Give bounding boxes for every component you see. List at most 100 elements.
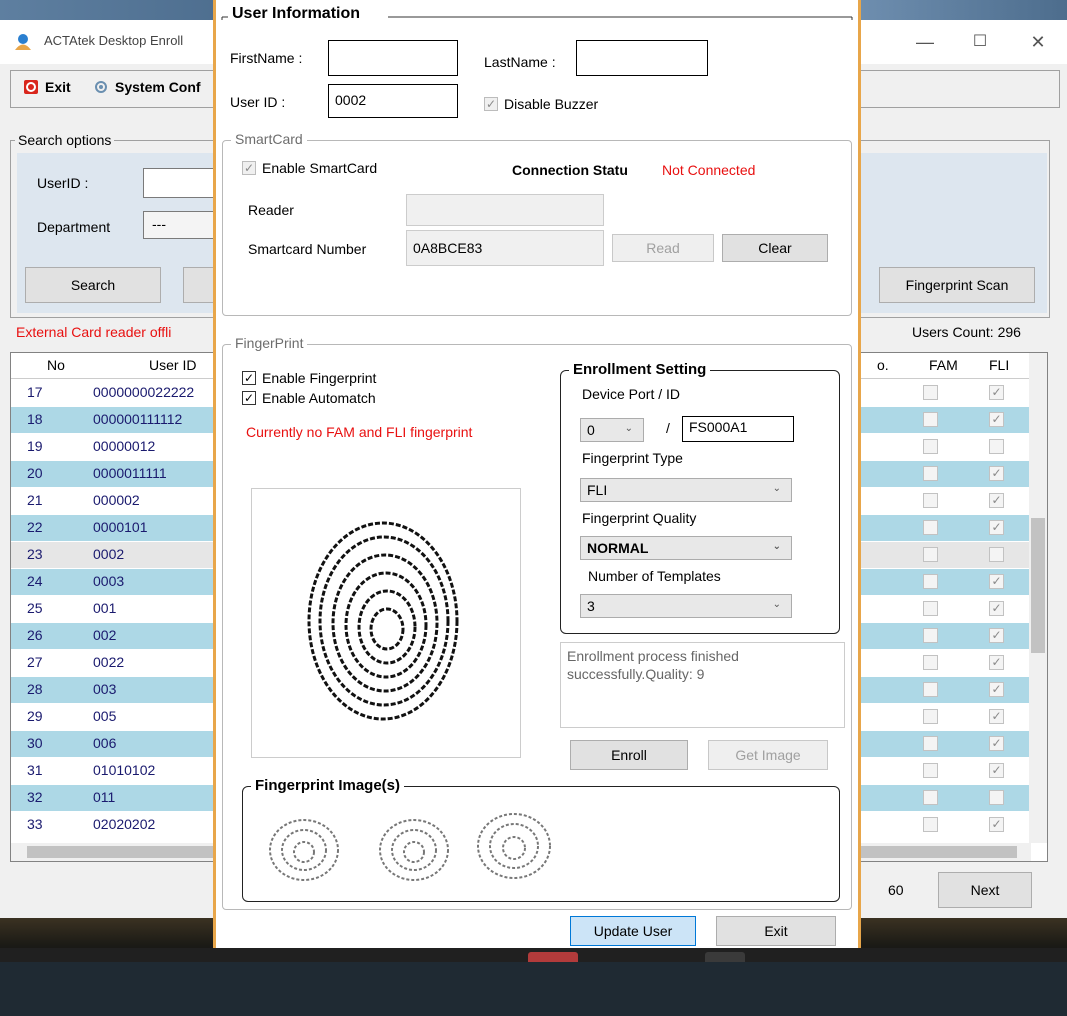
cell-userid: 0002 [93,546,125,562]
device-id-input[interactable]: FS000A1 [682,416,794,442]
col-header-o[interactable]: o. [877,357,889,373]
col-header-fli[interactable]: FLI [989,357,1009,373]
clear-button[interactable]: Clear [722,234,828,262]
col-header-userid[interactable]: User ID [149,357,196,373]
fli-checkbox[interactable] [989,790,1004,805]
fam-checkbox[interactable] [923,385,938,400]
fam-checkbox[interactable] [923,547,938,562]
fli-checkbox[interactable]: ✓ [989,682,1004,697]
exit-dialog-button[interactable]: Exit [716,916,836,946]
firstname-input[interactable] [328,40,458,76]
maximize-button[interactable]: ☐ [960,28,1000,56]
cell-no: 28 [27,681,43,697]
number-of-templates-label: Number of Templates [588,568,721,584]
reader-input[interactable] [406,194,604,226]
fingerprint-scan-button[interactable]: Fingerprint Scan [879,267,1035,303]
get-image-button[interactable]: Get Image [708,740,828,770]
fam-checkbox[interactable] [923,574,938,589]
app-icon [15,34,31,50]
smartcard-number-label: Smartcard Number [248,241,367,257]
smartcard-legend: SmartCard [231,131,307,147]
fam-checkbox[interactable] [923,439,938,454]
page-count: 60 [888,882,904,898]
disable-buzzer-checkbox[interactable]: ✓ Disable Buzzer [484,96,598,112]
fam-checkbox[interactable] [923,790,938,805]
fam-checkbox[interactable] [923,709,938,724]
menu-exit-label: Exit [45,79,71,95]
enable-smartcard-label: Enable SmartCard [262,160,378,176]
close-button[interactable]: ✕ [1018,28,1058,56]
userid-label: UserID : [37,175,89,191]
fli-checkbox[interactable]: ✓ [989,520,1004,535]
menu-exit[interactable]: Exit [23,79,71,95]
fli-checkbox[interactable]: ✓ [989,628,1004,643]
number-of-templates-select[interactable]: 3 ⌄ [580,594,792,618]
fingerprint-quality-select[interactable]: NORMAL ⌄ [580,536,792,560]
userid-search-input[interactable] [143,168,223,198]
userid-input[interactable]: 0002 [328,84,458,118]
cell-no: 22 [27,519,43,535]
device-port-select[interactable]: 0 ⌄ [580,418,644,442]
fli-checkbox[interactable]: ✓ [989,601,1004,616]
cell-no: 27 [27,654,43,670]
fam-checkbox[interactable] [923,655,938,670]
enable-fingerprint-label: Enable Fingerprint [262,370,377,386]
cell-userid: 0022 [93,654,125,670]
col-header-no[interactable]: No [47,357,65,373]
fam-checkbox[interactable] [923,412,938,427]
fam-checkbox[interactable] [923,763,938,778]
enable-automatch-label: Enable Automatch [262,390,376,406]
userid-value: 0002 [335,92,367,108]
fli-checkbox[interactable]: ✓ [989,709,1004,724]
fam-checkbox[interactable] [923,736,938,751]
grid-vertical-scroll-thumb[interactable] [1031,518,1045,653]
next-page-button[interactable]: Next [938,872,1032,908]
smartcard-number-input[interactable]: 0A8BCE83 [406,230,604,266]
fam-checkbox[interactable] [923,466,938,481]
fam-checkbox[interactable] [923,601,938,616]
col-header-fam[interactable]: FAM [929,357,958,373]
enrollment-setting-legend: Enrollment Setting [569,361,711,378]
lastname-input[interactable] [576,40,708,76]
window-title: ACTAtek Desktop Enroll [44,33,184,48]
number-of-templates-value: 3 [587,598,595,614]
fli-checkbox[interactable]: ✓ [989,385,1004,400]
fli-checkbox[interactable]: ✓ [989,736,1004,751]
chevron-down-icon: ⌄ [772,483,781,494]
fingerprint-type-select[interactable]: FLI ⌄ [580,478,792,502]
settings-icon [95,81,107,93]
fli-checkbox[interactable]: ✓ [989,466,1004,481]
update-user-button[interactable]: Update User [570,916,696,946]
cell-userid: 011 [93,789,116,805]
cell-no: 31 [27,762,43,778]
fli-checkbox[interactable] [989,547,1004,562]
enable-fingerprint-checkbox[interactable]: ✓ Enable Fingerprint [242,370,376,386]
fli-checkbox[interactable]: ✓ [989,763,1004,778]
fam-checkbox[interactable] [923,628,938,643]
grid-vertical-scrollbar[interactable] [1029,353,1047,843]
cell-no: 24 [27,573,43,589]
fam-checkbox[interactable] [923,520,938,535]
enable-automatch-checkbox[interactable]: ✓ Enable Automatch [242,390,376,406]
fli-checkbox[interactable] [989,439,1004,454]
cell-userid: 00000012 [93,438,156,454]
fli-checkbox[interactable]: ✓ [989,817,1004,832]
fli-checkbox[interactable]: ✓ [989,655,1004,670]
smartcard-number-value: 0A8BCE83 [413,240,483,256]
cell-userid: 002 [93,627,117,643]
fam-checkbox[interactable] [923,682,938,697]
fli-checkbox[interactable]: ✓ [989,493,1004,508]
chevron-down-icon: ⌄ [772,599,781,610]
enable-smartcard-checkbox[interactable]: ✓ Enable SmartCard [242,160,377,176]
department-select[interactable]: --- [143,211,223,239]
menu-system-config[interactable]: System Conf [93,79,201,95]
fli-checkbox[interactable]: ✓ [989,574,1004,589]
fli-checkbox[interactable]: ✓ [989,412,1004,427]
fam-checkbox[interactable] [923,817,938,832]
minimize-button[interactable]: — [905,28,945,56]
enroll-button[interactable]: Enroll [570,740,688,770]
search-button[interactable]: Search [25,267,161,303]
fam-checkbox[interactable] [923,493,938,508]
card-reader-status: External Card reader offli [16,324,172,340]
read-button[interactable]: Read [612,234,714,262]
